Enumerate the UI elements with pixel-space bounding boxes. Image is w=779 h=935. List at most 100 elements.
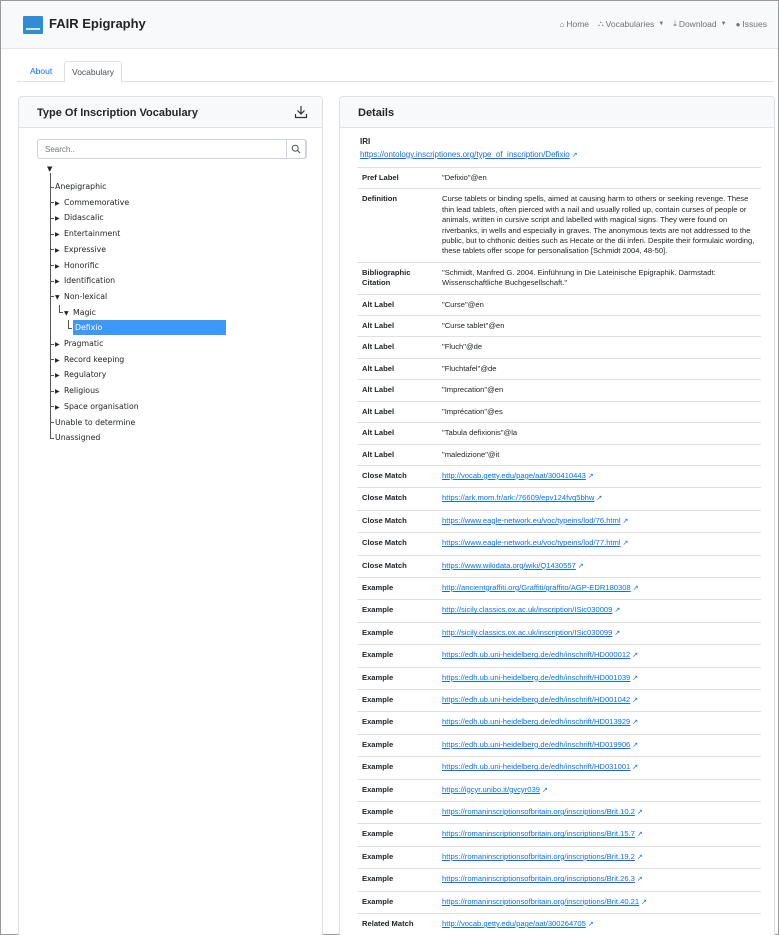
tree-item-label[interactable]: Unassigned bbox=[55, 433, 100, 442]
detail-link[interactable]: http://ancientgraffiti.org/Graffiti/graf… bbox=[442, 583, 631, 592]
detail-link[interactable]: https://edh.ub.uni-heidelberg.de/edh/ins… bbox=[442, 762, 630, 771]
detail-link[interactable]: https://romaninscriptionsofbritain.org/i… bbox=[442, 807, 635, 816]
tree-item-label[interactable]: Identification bbox=[64, 276, 115, 285]
detail-link[interactable]: https://romaninscriptionsofbritain.org/i… bbox=[442, 852, 635, 861]
detail-value[interactable]: https://ark.mom.fr/ark:/76609/epv124fvq5… bbox=[437, 487, 761, 511]
detail-value[interactable]: http://vocab.getty.edu/page/aat/30026470… bbox=[437, 913, 761, 935]
detail-value[interactable]: https://romaninscriptionsofbritain.org/i… bbox=[437, 868, 761, 892]
tree-item-pragmatic[interactable]: ▶ Pragmatic bbox=[55, 336, 103, 351]
detail-link[interactable]: https://igcyr.unibo.it/gvcyr039 bbox=[442, 785, 540, 794]
detail-value[interactable]: https://edh.ub.uni-heidelberg.de/edh/ins… bbox=[437, 644, 761, 668]
detail-value[interactable]: https://romaninscriptionsofbritain.org/i… bbox=[437, 800, 761, 824]
detail-link[interactable]: https://edh.ub.uni-heidelberg.de/edh/ins… bbox=[442, 695, 630, 704]
detail-link[interactable]: https://www.wikidata.org/wiki/Q1430557 bbox=[442, 561, 576, 570]
tree-item-label[interactable]: Record keeping bbox=[64, 355, 124, 364]
detail-link[interactable]: https://romaninscriptionsofbritain.org/i… bbox=[442, 874, 635, 883]
caret-right-icon[interactable]: ▶ bbox=[55, 227, 64, 242]
tree-item-honorific[interactable]: ▶ Honorific bbox=[55, 258, 99, 273]
detail-link[interactable]: https://www.eagle-network.eu/voc/typeins… bbox=[442, 516, 621, 525]
tree-item-label[interactable]: Religious bbox=[64, 386, 99, 395]
detail-link[interactable]: https://edh.ub.uni-heidelberg.de/edh/ins… bbox=[442, 717, 630, 726]
tree-item-label[interactable]: Didascalic bbox=[64, 213, 104, 222]
detail-link[interactable]: https://romaninscriptionsofbritain.org/i… bbox=[442, 897, 639, 906]
caret-right-icon[interactable]: ▶ bbox=[55, 384, 64, 399]
detail-value[interactable]: http://vocab.getty.edu/page/aat/30041044… bbox=[437, 464, 761, 488]
search-input[interactable] bbox=[38, 140, 288, 158]
tree-item-record-keeping[interactable]: ▶ Record keeping bbox=[55, 352, 124, 367]
detail-value[interactable]: https://edh.ub.uni-heidelberg.de/edh/ins… bbox=[437, 711, 761, 735]
tree-item-label[interactable]: Defixio bbox=[73, 320, 226, 336]
caret-down-icon[interactable]: ▼ bbox=[64, 306, 73, 321]
detail-value[interactable]: https://www.eagle-network.eu/voc/typeins… bbox=[437, 532, 761, 556]
search-button[interactable] bbox=[286, 139, 306, 159]
detail-link[interactable]: https://edh.ub.uni-heidelberg.de/edh/ins… bbox=[442, 673, 630, 682]
caret-right-icon[interactable]: ▶ bbox=[55, 196, 64, 211]
tree-item-expressive[interactable]: ▶ Expressive bbox=[55, 242, 106, 257]
detail-link[interactable]: http://vocab.getty.edu/page/aat/30041044… bbox=[442, 471, 586, 480]
detail-link[interactable]: https://romaninscriptionsofbritain.org/i… bbox=[442, 829, 635, 838]
iri-link-text[interactable]: https://ontology.inscriptiones.org/type_… bbox=[360, 150, 570, 159]
detail-value[interactable]: https://edh.ub.uni-heidelberg.de/edh/ins… bbox=[437, 666, 761, 690]
detail-value[interactable]: http://ancientgraffiti.org/Graffiti/graf… bbox=[437, 576, 761, 600]
tab-about[interactable]: About bbox=[23, 61, 59, 82]
tree-item-identification[interactable]: ▶ Identification bbox=[55, 273, 115, 288]
detail-link[interactable]: http://sicily.classics.ox.ac.uk/inscript… bbox=[442, 628, 612, 637]
tree-item-religious[interactable]: ▶ Religious bbox=[55, 383, 99, 398]
detail-link[interactable]: https://www.eagle-network.eu/voc/typeins… bbox=[442, 538, 621, 547]
brand-title[interactable]: FAIR Epigraphy bbox=[49, 16, 146, 31]
caret-right-icon[interactable]: ▶ bbox=[55, 243, 64, 258]
detail-link[interactable]: https://edh.ub.uni-heidelberg.de/edh/ins… bbox=[442, 650, 630, 659]
tree-item-label[interactable]: Magic bbox=[73, 308, 96, 317]
tree-item-non-lexical[interactable]: ▼ Non-lexical bbox=[55, 289, 107, 304]
tab-vocabulary[interactable]: Vocabulary bbox=[64, 61, 123, 83]
brand-logo[interactable] bbox=[23, 16, 43, 34]
tree-item-defixio[interactable]: Defixio bbox=[73, 320, 226, 336]
detail-value[interactable]: https://romaninscriptionsofbritain.org/i… bbox=[437, 890, 761, 914]
tree-item-commemorative[interactable]: ▶ Commemorative bbox=[55, 195, 129, 210]
tree-root-toggle[interactable]: ▼ bbox=[47, 165, 52, 173]
detail-value[interactable]: https://edh.ub.uni-heidelberg.de/edh/ins… bbox=[437, 756, 761, 780]
detail-link[interactable]: http://sicily.classics.ox.ac.uk/inscript… bbox=[442, 605, 612, 614]
caret-right-icon[interactable]: ▶ bbox=[55, 274, 64, 289]
tree-item-regulatory[interactable]: ▶ Regulatory bbox=[55, 367, 106, 382]
iri-link[interactable]: https://ontology.inscriptiones.org/type_… bbox=[360, 150, 578, 159]
detail-value[interactable]: http://sicily.classics.ox.ac.uk/inscript… bbox=[437, 621, 761, 645]
caret-right-icon[interactable]: ▶ bbox=[55, 211, 64, 226]
caret-right-icon[interactable]: ▶ bbox=[55, 400, 64, 415]
caret-right-icon[interactable]: ▶ bbox=[55, 353, 64, 368]
tree-item-label[interactable]: Commemorative bbox=[64, 198, 129, 207]
detail-value[interactable]: https://www.wikidata.org/wiki/Q1430557 ↗ bbox=[437, 554, 761, 578]
tree-item-entertainment[interactable]: ▶ Entertainment bbox=[55, 226, 120, 241]
tree-item-label[interactable]: Non-lexical bbox=[64, 292, 107, 301]
detail-value[interactable]: https://edh.ub.uni-heidelberg.de/edh/ins… bbox=[437, 688, 761, 712]
tree-item-label[interactable]: Space organisation bbox=[64, 402, 139, 411]
tree-item-magic[interactable]: ▼ Magic bbox=[64, 305, 96, 320]
detail-link[interactable]: https://edh.ub.uni-heidelberg.de/edh/ins… bbox=[442, 740, 630, 749]
tree-item-label[interactable]: Regulatory bbox=[64, 370, 106, 379]
tree-item-label[interactable]: Entertainment bbox=[64, 229, 120, 238]
caret-right-icon[interactable]: ▶ bbox=[55, 368, 64, 383]
detail-value[interactable]: https://www.eagle-network.eu/voc/typeins… bbox=[437, 509, 761, 533]
detail-value[interactable]: https://igcyr.unibo.it/gvcyr039 ↗ bbox=[437, 778, 761, 802]
tree-item-anepigraphic[interactable]: Anepigraphic bbox=[55, 179, 106, 194]
tree-item-label[interactable]: Anepigraphic bbox=[55, 182, 106, 191]
caret-down-icon[interactable]: ▼ bbox=[55, 290, 64, 305]
detail-value[interactable]: https://romaninscriptionsofbritain.org/i… bbox=[437, 823, 761, 847]
nav-download[interactable]: ⤓ Download ▼ bbox=[673, 19, 726, 29]
tree-item-didascalic[interactable]: ▶ Didascalic bbox=[55, 210, 104, 225]
detail-value[interactable]: https://edh.ub.uni-heidelberg.de/edh/ins… bbox=[437, 733, 761, 757]
tree-item-unable-to-determine[interactable]: Unable to determine bbox=[55, 415, 135, 430]
tree-item-space-organisation[interactable]: ▶ Space organisation bbox=[55, 399, 139, 414]
tree-item-label[interactable]: Unable to determine bbox=[55, 418, 135, 427]
tree-item-label[interactable]: Expressive bbox=[64, 245, 106, 254]
tree-item-unassigned[interactable]: Unassigned bbox=[55, 430, 100, 445]
detail-link[interactable]: http://vocab.getty.edu/page/aat/30026470… bbox=[442, 919, 586, 928]
download-button[interactable] bbox=[294, 105, 308, 119]
nav-issues[interactable]: ● Issues bbox=[736, 19, 767, 29]
nav-home[interactable]: ⌂ Home bbox=[560, 19, 590, 29]
tree-item-label[interactable]: Honorific bbox=[64, 261, 99, 270]
nav-vocabularies[interactable]: ⛬ Vocabularies ▼ bbox=[598, 19, 664, 29]
tree-item-label[interactable]: Pragmatic bbox=[64, 339, 103, 348]
caret-right-icon[interactable]: ▶ bbox=[55, 259, 64, 274]
detail-value[interactable]: https://romaninscriptionsofbritain.org/i… bbox=[437, 845, 761, 869]
